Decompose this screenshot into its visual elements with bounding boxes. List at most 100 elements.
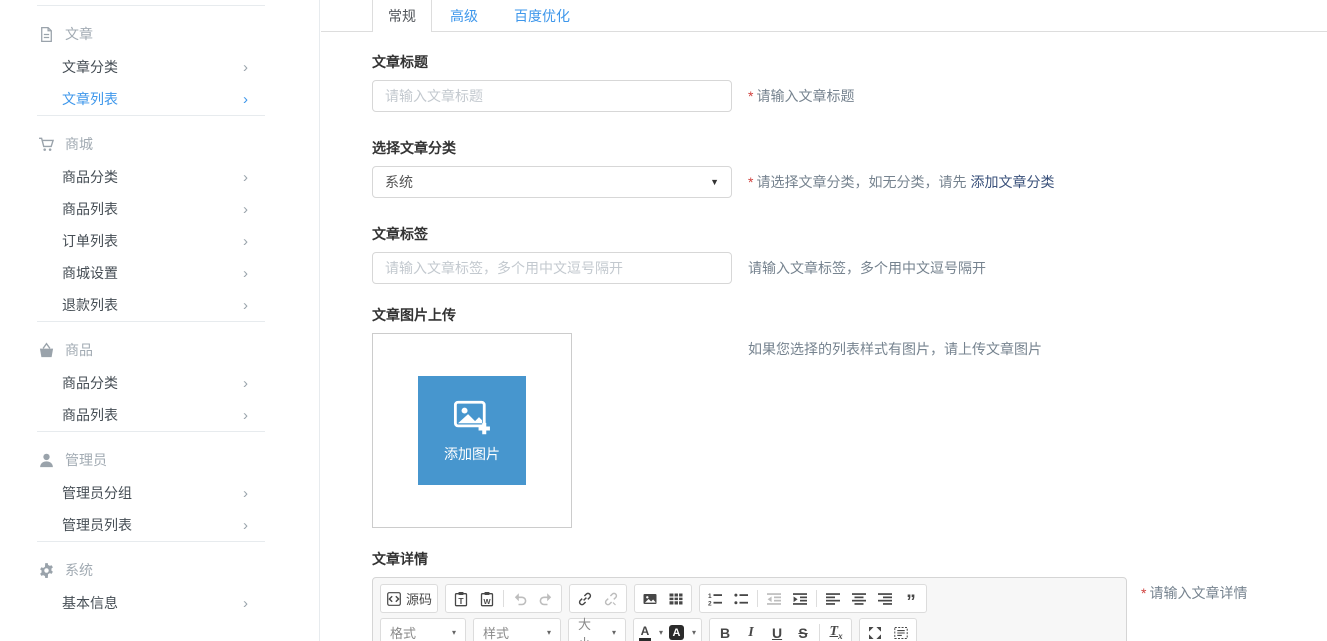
article-title-input[interactable]	[372, 80, 732, 112]
sidebar-item-product-category[interactable]: 商品分类 ›	[0, 367, 319, 399]
article-tags-note: 请输入文章标签，多个用中文逗号隔开	[748, 252, 986, 284]
required-mark: *	[1141, 585, 1146, 601]
mall-icon	[38, 136, 55, 153]
sidebar-divider	[37, 431, 265, 432]
increase-indent-button[interactable]	[787, 586, 813, 611]
add-category-link[interactable]: 添加文章分类	[970, 174, 1054, 190]
insert-table-button[interactable]	[663, 586, 689, 611]
show-blocks-button[interactable]	[888, 620, 914, 641]
sidebar-divider	[37, 321, 265, 322]
unlink-icon	[603, 591, 619, 607]
admin-page: 文章 文章分类 › 文章列表 › 商城 商品分类 › 商品列表 › 订单列表 ›	[0, 0, 1327, 641]
blockquote-button[interactable]: ”	[898, 586, 924, 611]
toolbar-separator	[816, 590, 817, 607]
text-color-button[interactable]: A ▾	[636, 620, 666, 641]
align-right-icon	[877, 591, 893, 607]
sidebar-section-label: 商城	[65, 134, 93, 154]
sidebar-item-admin-list[interactable]: 管理员列表 ›	[0, 509, 319, 541]
article-category-value: 系统	[385, 172, 413, 192]
chevron-right-icon: ›	[243, 596, 248, 611]
remove-format-icon: Tx	[830, 624, 843, 641]
sidebar-divider	[37, 5, 265, 6]
strikethrough-button[interactable]: S	[790, 620, 816, 641]
article-category-select[interactable]: 系统 ▼	[372, 166, 732, 198]
article-image-note: 如果您选择的列表样式有图片，请上传文章图片	[748, 333, 1042, 359]
svg-text:T: T	[458, 595, 464, 605]
undo-button[interactable]	[507, 586, 533, 611]
style-dropdown[interactable]: 样式 ▾	[473, 618, 561, 641]
paste-word-icon: W	[479, 591, 495, 607]
sidebar-section-admin[interactable]: 管理员	[0, 443, 319, 477]
article-category-note: *请选择文章分类，如无分类，请先添加文章分类	[748, 166, 1054, 198]
svg-text:1: 1	[708, 592, 712, 599]
italic-button[interactable]: I	[738, 620, 764, 641]
sidebar-item-admin-group[interactable]: 管理员分组 ›	[0, 477, 319, 509]
bulleted-list-button[interactable]	[728, 586, 754, 611]
add-image-button[interactable]: 添加图片	[418, 376, 526, 485]
user-icon	[38, 452, 55, 469]
editor-toolbar: 源码 T W	[373, 578, 1126, 641]
paste-text-button[interactable]: T	[448, 586, 474, 611]
maximize-icon	[867, 625, 883, 641]
chevron-right-icon: ›	[243, 170, 248, 185]
dropdown-caret-icon: ▾	[547, 628, 551, 637]
rich-text-editor: 源码 T W	[372, 577, 1127, 641]
font-size-dropdown[interactable]: 大小 ▾	[568, 618, 626, 641]
chevron-right-icon: ›	[243, 298, 248, 313]
numbered-list-button[interactable]: 12	[702, 586, 728, 611]
sidebar-item-goods-category[interactable]: 商品分类 ›	[0, 161, 319, 193]
format-dropdown[interactable]: 格式 ▾	[380, 618, 466, 641]
paste-word-button[interactable]: W	[474, 586, 500, 611]
add-image-button-label: 添加图片	[444, 444, 500, 464]
sidebar-item-basic-info[interactable]: 基本信息 ›	[0, 587, 319, 619]
bold-button[interactable]: B	[712, 620, 738, 641]
maximize-button[interactable]	[862, 620, 888, 641]
sidebar-section-system[interactable]: 系统	[0, 553, 319, 587]
article-image-upload-box[interactable]: 添加图片	[372, 333, 572, 528]
decrease-indent-button[interactable]	[761, 586, 787, 611]
chevron-right-icon: ›	[243, 518, 248, 533]
chevron-right-icon: ›	[243, 408, 248, 423]
article-tags-input[interactable]	[372, 252, 732, 284]
article-tags-label: 文章标签	[372, 224, 1327, 244]
toolbar-separator	[819, 624, 820, 641]
sidebar-section-mall[interactable]: 商城	[0, 127, 319, 161]
svg-text:2: 2	[708, 600, 712, 606]
sidebar-item-article-list[interactable]: 文章列表 ›	[0, 83, 319, 115]
tab-general[interactable]: 常规	[372, 0, 432, 32]
sidebar: 文章 文章分类 › 文章列表 › 商城 商品分类 › 商品列表 › 订单列表 ›	[0, 0, 320, 641]
remove-format-button[interactable]: Tx	[823, 620, 849, 641]
text-color-icon: A	[639, 625, 651, 641]
sidebar-item-order-list[interactable]: 订单列表 ›	[0, 225, 319, 257]
tab-baidu-seo[interactable]: 百度优化	[496, 0, 588, 32]
source-code-icon	[386, 591, 402, 607]
link-button[interactable]	[572, 586, 598, 611]
paste-text-icon: T	[453, 591, 469, 607]
field-article-detail: 文章详情 源码	[372, 549, 1327, 641]
show-blocks-icon	[893, 625, 909, 641]
sidebar-item-goods-list[interactable]: 商品列表 ›	[0, 193, 319, 225]
sidebar-divider	[37, 541, 265, 542]
background-color-button[interactable]: A ▾	[666, 620, 699, 641]
align-center-button[interactable]	[846, 586, 872, 611]
sidebar-item-article-category[interactable]: 文章分类 ›	[0, 51, 319, 83]
tab-advanced[interactable]: 高级	[432, 0, 496, 32]
dropdown-caret-icon: ▾	[692, 628, 696, 637]
redo-button[interactable]	[533, 586, 559, 611]
basket-icon	[38, 342, 55, 359]
source-code-button[interactable]: 源码	[383, 586, 435, 611]
unlink-button[interactable]	[598, 586, 624, 611]
toolbar-separator	[757, 590, 758, 607]
sidebar-item-refund-list[interactable]: 退款列表 ›	[0, 289, 319, 321]
sidebar-item-mall-settings[interactable]: 商城设置 ›	[0, 257, 319, 289]
sidebar-section-article[interactable]: 文章	[0, 17, 319, 51]
background-color-icon: A	[669, 625, 684, 640]
article-icon	[38, 26, 55, 43]
align-right-button[interactable]	[872, 586, 898, 611]
sidebar-section-product[interactable]: 商品	[0, 333, 319, 367]
sidebar-item-product-list[interactable]: 商品列表 ›	[0, 399, 319, 431]
underline-button[interactable]: U	[764, 620, 790, 641]
insert-image-button[interactable]	[637, 586, 663, 611]
article-title-note: *请输入文章标题	[748, 80, 854, 112]
align-left-button[interactable]	[820, 586, 846, 611]
